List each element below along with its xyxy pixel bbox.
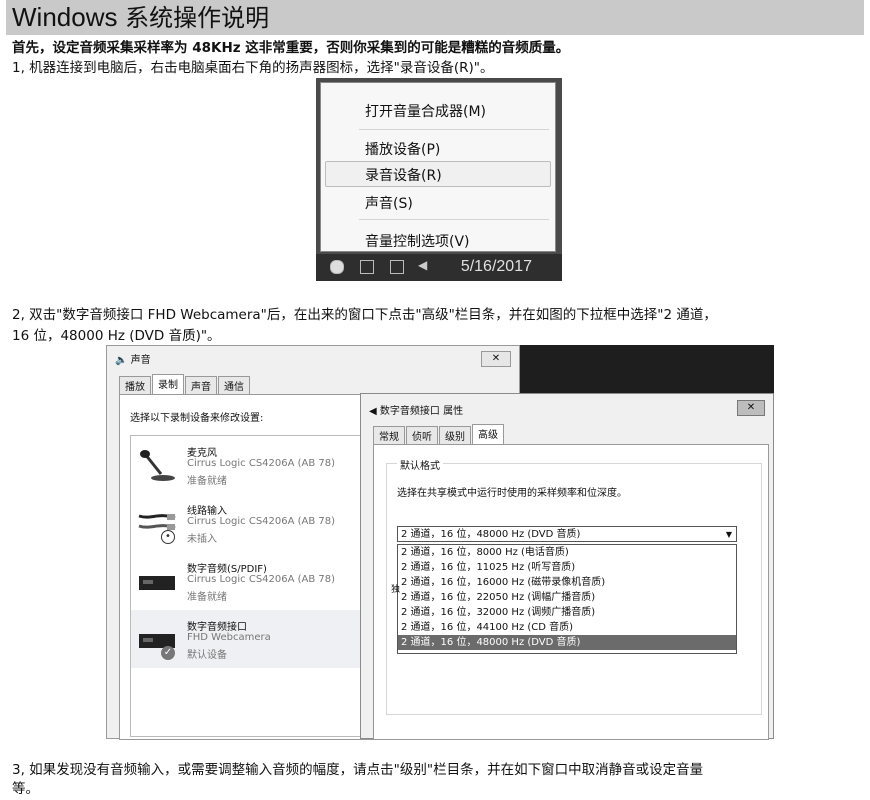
menu-separator [359, 129, 549, 130]
step2-text-line1: 2, 双击"数字音频接口 FHD Webcamera"后，在出来的窗口下点击"高… [12, 307, 717, 323]
intro-after: 这非常重要，否则你采集到的可能是糟糕的音频质量。 [240, 40, 570, 56]
format-option[interactable]: 2 通道，16 位，44100 Hz (CD 音质) [398, 620, 736, 635]
title-latin: Windows [12, 2, 118, 32]
group-description: 选择在共享模式中运行时使用的采样频率和位深度。 [397, 488, 627, 499]
speaker-small-icon: ◀ [369, 406, 377, 417]
menu-item-recording-devices[interactable]: 录音设备(R) [365, 165, 442, 185]
tab-listen[interactable]: 侦听 [406, 426, 438, 446]
speaker-icon[interactable]: ◀ [418, 258, 430, 272]
device-status: 准备就绪 [187, 592, 227, 603]
context-menu-screenshot: 打开音量合成器(M) 播放设备(P) 录音设备(R) 声音(S) 音量控制选项(… [316, 78, 562, 281]
intro-before: 首先，设定音频采集采样率为 [12, 40, 193, 56]
sound-window-title: 🔈 声音 [115, 351, 151, 366]
format-dropdown: 2 通道，16 位，8000 Hz (电话音质) 2 通道，16 位，11025… [397, 544, 737, 654]
tab-recording[interactable]: 录制 [152, 374, 184, 394]
unplugged-icon: • [161, 530, 175, 544]
device-driver: Cirrus Logic CS4206A (AB 78) [187, 516, 336, 527]
network-icon[interactable] [360, 260, 374, 274]
intro-paragraph: 首先，设定音频采集采样率为 48KHz 这非常重要，否则你采集到的可能是糟糕的音… [12, 38, 569, 58]
format-option[interactable]: 2 通道，16 位，11025 Hz (听写音质) [398, 560, 736, 575]
sound-tabs: 播放 录制 声音 通信 [119, 374, 251, 396]
recording-intro: 选择以下录制设备来修改设置: [130, 413, 264, 424]
format-select[interactable]: 2 通道，16 位，48000 Hz (DVD 音质) ▼ [397, 526, 737, 542]
tab-advanced[interactable]: 高级 [472, 424, 504, 444]
list-item[interactable]: • 线路输入 Cirrus Logic CS4206A (AB 78) 未插入 [131, 494, 361, 552]
properties-window: ◀ 数字音频接口 属性 ✕ 常规 侦听 级别 高级 默认格式 选择在共享模式中运… [360, 393, 774, 740]
partial-label: 独 [391, 585, 401, 595]
menu-item-sounds[interactable]: 声音(S) [365, 193, 413, 213]
device-name: 数字音频(S/PDIF) [187, 564, 267, 575]
tab-playback[interactable]: 播放 [119, 376, 151, 396]
taskbar-tray: ◀ 5/16/2017 [316, 254, 562, 281]
list-item[interactable]: 数字音频(S/PDIF) Cirrus Logic CS4206A (AB 78… [131, 552, 361, 610]
advanced-pane: 默认格式 选择在共享模式中运行时使用的采样频率和位深度。 2 通道，16 位，4… [373, 444, 769, 740]
device-name: 数字音频接口 [187, 622, 247, 633]
device-status: 默认设备 [187, 650, 227, 661]
device-driver: FHD Webcamera [187, 632, 271, 643]
step3-text-line2: 等。 [12, 781, 39, 797]
format-select-value: 2 通道，16 位，48000 Hz (DVD 音质) [401, 529, 581, 540]
menu-separator [359, 219, 549, 220]
format-option[interactable]: 2 通道，16 位，22050 Hz (调幅广播音质) [398, 590, 736, 605]
device-status: 未插入 [187, 534, 217, 545]
device-driver: Cirrus Logic CS4206A (AB 78) [187, 574, 336, 585]
microphone-icon [140, 450, 175, 481]
display-icon[interactable] [390, 260, 404, 274]
format-option[interactable]: 2 通道，16 位，16000 Hz (磁带录像机音质) [398, 575, 736, 590]
device-status: 准备就绪 [187, 476, 227, 487]
default-format-group: 默认格式 选择在共享模式中运行时使用的采样频率和位深度。 2 通道，16 位，4… [386, 457, 762, 715]
page-title: Windows 系统操作说明 [6, 0, 864, 35]
tab-general[interactable]: 常规 [373, 426, 405, 446]
device-driver: Cirrus Logic CS4206A (AB 78) [187, 458, 336, 469]
default-check-icon: ✓ [161, 646, 175, 660]
step3-text-line1: 3, 如果发现没有音频输入，或需要调整输入音频的幅度，请点击"级别"栏目条，并在… [12, 762, 704, 778]
speaker-small-icon: 🔈 [115, 355, 128, 366]
context-menu: 打开音量合成器(M) 播放设备(P) 录音设备(R) 声音(S) 音量控制选项(… [320, 82, 556, 252]
tray-clock: 5/16/2017 [460, 258, 532, 275]
list-item[interactable]: ✓ 数字音频接口 FHD Webcamera 默认设备 [131, 610, 361, 668]
step2-text-line2: 16 位，48000 Hz (DVD 音质)"。 [12, 328, 221, 344]
sound-window-title-text: 声音 [130, 355, 151, 366]
menu-item-playback-devices[interactable]: 播放设备(P) [365, 139, 440, 159]
properties-title: ◀ 数字音频接口 属性 [369, 402, 463, 417]
format-option[interactable]: 2 通道，16 位，32000 Hz (调频广播音质) [398, 605, 736, 620]
device-list: 麦克风 Cirrus Logic CS4206A (AB 78) 准备就绪 • … [130, 435, 362, 737]
menu-item-volume-mixer[interactable]: 打开音量合成器(M) [365, 101, 486, 121]
properties-title-text: 数字音频接口 属性 [379, 406, 464, 417]
menu-item-volume-options[interactable]: 音量控制选项(V) [365, 231, 470, 251]
step1-text: 1, 机器连接到电脑后，右击电脑桌面右下角的扬声器图标，选择"录音设备(R)"。 [12, 60, 494, 76]
device-name: 线路输入 [187, 506, 227, 517]
tab-levels[interactable]: 级别 [439, 426, 471, 446]
tab-communications[interactable]: 通信 [218, 376, 250, 396]
group-label: 默认格式 [397, 457, 443, 472]
format-option[interactable]: 2 通道，16 位，8000 Hz (电话音质) [398, 545, 736, 560]
properties-tabs: 常规 侦听 级别 高级 [373, 424, 505, 446]
intro-bold: 48KHz [192, 40, 241, 56]
chevron-down-icon[interactable]: ▼ [726, 527, 732, 542]
title-cn: 系统操作说明 [117, 4, 270, 32]
sound-settings-screenshot: 🔈 声音 ✕ 播放 录制 声音 通信 选择以下录制设备来修改设置: 麦克风 Ci… [106, 345, 774, 740]
format-option-selected[interactable]: 2 通道，16 位，48000 Hz (DVD 音质) [398, 635, 736, 650]
device-name: 麦克风 [187, 448, 217, 459]
spdif-device-icon [139, 576, 175, 590]
close-icon[interactable]: ✕ [737, 400, 765, 416]
close-icon[interactable]: ✕ [481, 351, 511, 367]
list-item[interactable]: 麦克风 Cirrus Logic CS4206A (AB 78) 准备就绪 [131, 436, 361, 494]
tray-dot-icon [330, 260, 344, 274]
tab-sounds[interactable]: 声音 [185, 376, 217, 396]
